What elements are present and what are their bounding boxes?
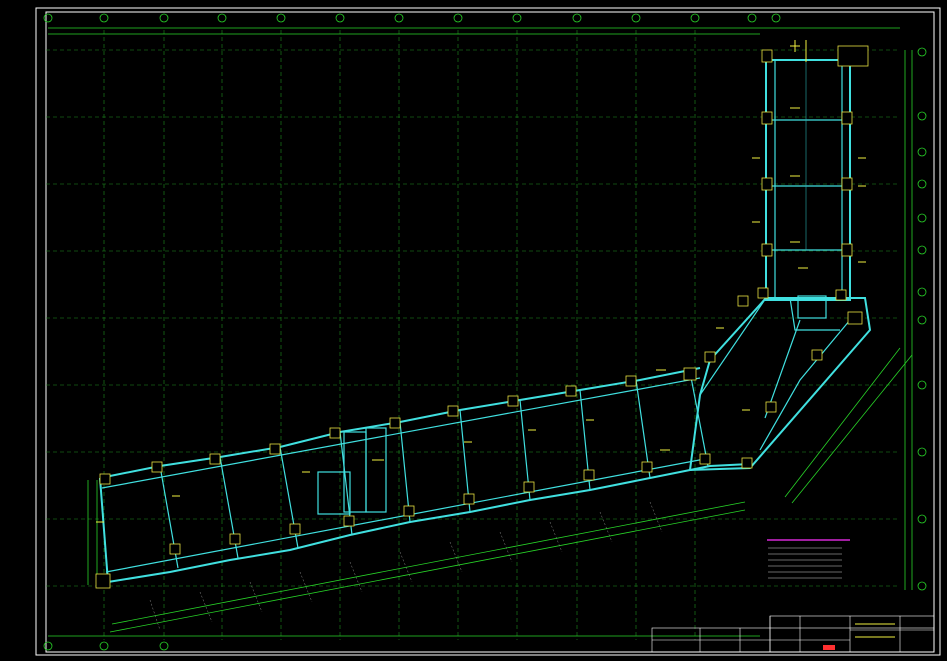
axis-bubble-icon: [159, 13, 169, 23]
column-marker-icon: [95, 573, 111, 589]
axis-bubble-icon: [917, 245, 927, 255]
outer-frame: [35, 7, 941, 656]
column-marker-icon: [835, 289, 847, 301]
bottom-dimension-chain: [43, 635, 760, 651]
axis-bubble-icon: [917, 179, 927, 189]
column-marker-icon: [847, 311, 863, 325]
column-marker-icon: [565, 385, 577, 397]
axis-bubble-icon: [512, 13, 522, 23]
column-marker-icon: [841, 243, 853, 257]
right-dimension-chain: [904, 47, 927, 591]
elbow-beams: [688, 295, 872, 472]
title-block: [651, 615, 935, 653]
axis-bubble-icon: [917, 111, 927, 121]
axis-bubble-icon: [917, 213, 927, 223]
skewed-dimension-chain: [784, 347, 913, 504]
column-marker-icon: [269, 443, 281, 455]
column-marker-icon: [757, 287, 769, 299]
stamp-mark: [823, 645, 835, 650]
inner-frame: [45, 11, 935, 653]
top-axis-bubbles: [43, 13, 781, 23]
column-marker-icon: [837, 45, 869, 67]
column-marker-icon: [699, 453, 711, 465]
top-dimension-chain: [48, 27, 900, 35]
column-marker-icon: [151, 461, 163, 473]
column-marker-icon: [625, 375, 637, 387]
general-notes: [767, 539, 850, 579]
column-marker-icon: [447, 405, 459, 417]
column-marker-icon: [641, 461, 653, 473]
column-marker-icon: [329, 427, 341, 439]
column-marker-icon: [841, 177, 853, 191]
axis-bubble-icon: [917, 47, 927, 57]
column-marker-icon: [229, 533, 241, 545]
axis-bubble-icon: [917, 447, 927, 457]
main-wing-beams: [99, 367, 751, 583]
structural-plan-drawing: [35, 7, 941, 656]
column-marker-icon: [683, 367, 697, 381]
column-marker-icon: [523, 481, 535, 493]
column-marker-icon: [811, 349, 823, 361]
column-marker-icon: [583, 469, 595, 481]
column-marker-icon: [507, 395, 519, 407]
column-marker-icon: [289, 523, 301, 535]
axis-bubble-icon: [99, 13, 109, 23]
column-marker-icon: [389, 417, 401, 429]
axis-bubble-icon: [43, 13, 53, 23]
axis-bubble-icon: [747, 13, 757, 23]
axis-bubble-icon: [917, 581, 927, 591]
column-marker-icon: [737, 295, 749, 307]
axis-bubble-icon: [631, 13, 641, 23]
axis-bubble-icon: [99, 641, 109, 651]
axis-bubble-icon: [917, 287, 927, 297]
slab-hatch-lines: [149, 501, 663, 631]
column-marker-icon: [99, 473, 111, 485]
columns: [95, 45, 869, 589]
column-marker-icon: [463, 493, 475, 505]
column-marker-icon: [403, 505, 415, 517]
column-marker-icon: [209, 453, 221, 465]
column-marker-icon: [704, 351, 716, 363]
axis-bubble-icon: [771, 13, 781, 23]
right-wing-beams: [765, 59, 851, 301]
axis-bubble-icon: [917, 147, 927, 157]
column-marker-icon: [343, 515, 355, 527]
axis-bubble-icon: [276, 13, 286, 23]
axis-bubble-icon: [453, 13, 463, 23]
column-marker-icon: [169, 543, 181, 555]
column-marker-icon: [765, 401, 777, 413]
axis-bubble-icon: [917, 514, 927, 524]
yellow-annotations: [96, 40, 866, 523]
column-marker-icon: [841, 111, 853, 125]
axis-bubble-icon: [394, 13, 404, 23]
axis-bubble-icon: [917, 315, 927, 325]
axis-bubble-icon: [159, 641, 169, 651]
column-marker-icon: [761, 111, 773, 125]
column-marker-icon: [741, 457, 753, 469]
axis-bubble-icon: [43, 641, 53, 651]
column-marker-icon: [761, 177, 773, 191]
axis-bubble-icon: [572, 13, 582, 23]
axis-bubble-icon: [217, 13, 227, 23]
slanted-dimension-chain: [87, 480, 746, 633]
column-marker-icon: [761, 49, 773, 63]
axis-bubble-icon: [335, 13, 345, 23]
column-marker-icon: [761, 243, 773, 257]
axis-bubble-icon: [690, 13, 700, 23]
axis-bubble-icon: [917, 380, 927, 390]
